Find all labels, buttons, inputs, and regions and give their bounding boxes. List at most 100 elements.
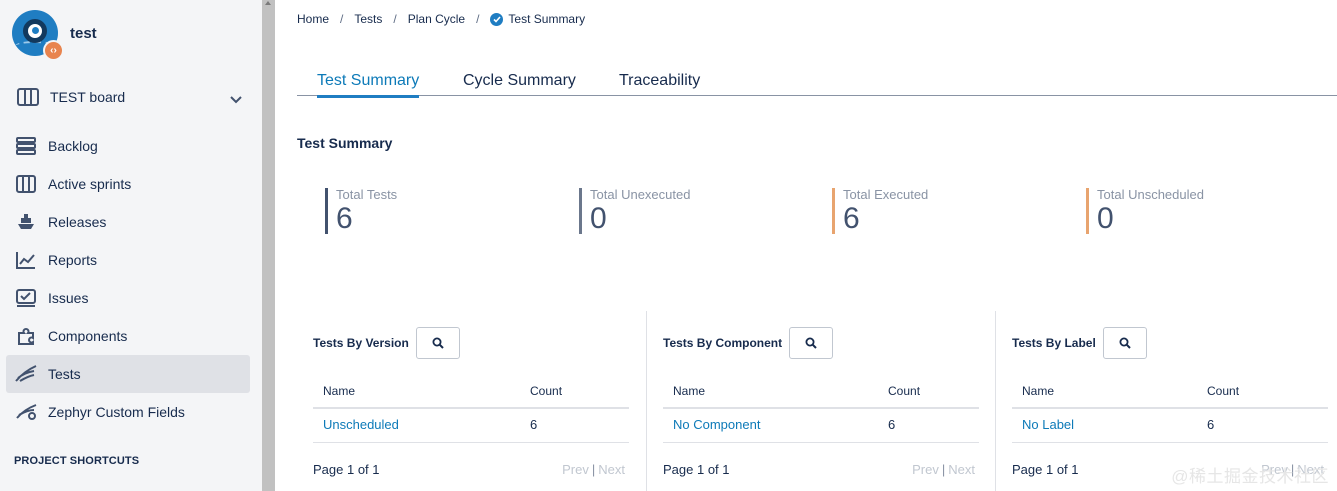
stat-value: 6 <box>843 202 860 235</box>
row-name-link[interactable]: No Label <box>1022 417 1074 432</box>
breadcrumb-separator: / <box>476 12 480 26</box>
zephyr-icon <box>15 401 37 423</box>
tab-traceability[interactable]: Traceability <box>619 72 700 96</box>
page-indicator: Page 1 of 1 <box>663 462 730 477</box>
column-header-name[interactable]: Name <box>1022 384 1054 398</box>
table-header: Name Count <box>1012 371 1328 409</box>
row-count: 6 <box>1207 417 1215 432</box>
stat-value: 0 <box>590 202 607 235</box>
stat-total-unscheduled: Total Unscheduled 0 <box>1086 188 1204 234</box>
sidebar-item-label: Active sprints <box>48 176 132 192</box>
sidebar-item-label: Issues <box>48 290 89 306</box>
panel-title: Tests By Version <box>313 336 409 350</box>
pager-nav: Prev | Next <box>562 462 625 477</box>
search-button[interactable] <box>1102 327 1147 359</box>
project-header[interactable]: ‹› test <box>12 8 97 61</box>
panel-header: Tests By Label <box>1012 327 1147 359</box>
pagination: Page 1 of 1 Prev | Next <box>313 462 629 477</box>
breadcrumb-separator: / <box>340 12 344 26</box>
sidebar-item-label: Backlog <box>48 138 98 154</box>
tab-bar: Test Summary Cycle Summary Traceability <box>297 68 1337 98</box>
column-header-name[interactable]: Name <box>323 384 355 398</box>
sidebar-item-label: Releases <box>48 214 107 230</box>
pagination: Page 1 of 1 Prev | Next <box>663 462 979 477</box>
search-button[interactable] <box>415 327 460 359</box>
panel-header: Tests By Version <box>313 327 460 359</box>
wings-icon <box>15 363 37 385</box>
search-icon <box>432 337 444 349</box>
next-button[interactable]: Next <box>598 462 625 477</box>
panel-title: Tests By Component <box>663 336 783 350</box>
next-button[interactable]: Next <box>948 462 975 477</box>
code-icon: ‹› <box>43 40 64 61</box>
column-header-count[interactable]: Count <box>888 384 920 398</box>
breadcrumb-tests[interactable]: Tests <box>354 12 382 26</box>
data-table: Name Count Unscheduled 6 <box>313 371 629 443</box>
table-row: No Label 6 <box>1012 409 1328 443</box>
stat-bar <box>1086 188 1089 234</box>
row-count: 6 <box>530 417 538 432</box>
stat-bar <box>325 188 328 234</box>
page-indicator: Page 1 of 1 <box>313 462 380 477</box>
sidebar-item-reports[interactable]: Reports <box>6 241 250 279</box>
sidebar-item-zephyr-custom-fields[interactable]: Zephyr Custom Fields <box>6 393 250 431</box>
row-name-link[interactable]: No Component <box>673 417 760 432</box>
stat-total-executed: Total Executed 6 <box>832 188 928 234</box>
breadcrumb-home[interactable]: Home <box>297 12 329 26</box>
sidebar-item-active-sprints[interactable]: Active sprints <box>6 165 250 203</box>
board-icon <box>17 86 39 108</box>
tab-cycle-summary[interactable]: Cycle Summary <box>463 72 576 96</box>
page-indicator: Page 1 of 1 <box>1012 462 1079 477</box>
stat-bar <box>832 188 835 234</box>
sidebar-scrollbar[interactable] <box>262 0 275 491</box>
stat-total-tests: Total Tests 6 <box>325 188 397 234</box>
main-content: Home / Tests / Plan Cycle / Test Summary… <box>275 0 1337 491</box>
stat-total-unexecuted: Total Unexecuted 0 <box>579 188 690 234</box>
board-icon <box>15 173 37 195</box>
project-avatar: ‹› <box>12 10 64 61</box>
panel-title: Tests By Label <box>1012 336 1096 350</box>
stat-value: 0 <box>1097 202 1114 235</box>
panel-tests-by-version: Tests By Version Name Count Unscheduled … <box>297 311 646 491</box>
table-row: Unscheduled 6 <box>313 409 629 443</box>
project-name: test <box>70 24 97 42</box>
stat-label: Total Unexecuted <box>590 187 691 202</box>
board-selector[interactable]: TEST board <box>8 80 250 114</box>
sidebar-item-components[interactable]: Components <box>6 317 250 355</box>
sidebar-item-label: Reports <box>48 252 98 268</box>
issues-icon <box>15 287 37 309</box>
search-button[interactable] <box>789 327 834 359</box>
project-shortcuts-heading: PROJECT SHORTCUTS <box>14 455 140 467</box>
sidebar-item-releases[interactable]: Releases <box>6 203 250 241</box>
stat-label: Total Executed <box>843 187 929 202</box>
section-title: Test Summary <box>297 135 393 151</box>
chevron-down-icon <box>230 91 242 109</box>
ship-icon <box>15 211 37 233</box>
column-header-count[interactable]: Count <box>1207 384 1239 398</box>
breadcrumb-plan-cycle[interactable]: Plan Cycle <box>408 12 465 26</box>
sidebar: ‹› test TEST board Backlog Active sprint… <box>0 0 262 491</box>
breadcrumb-separator: / <box>393 12 397 26</box>
panel-header: Tests By Component <box>663 327 834 359</box>
stat-bar <box>579 188 582 234</box>
row-count: 6 <box>888 417 896 432</box>
table-header: Name Count <box>313 371 629 409</box>
column-header-name[interactable]: Name <box>673 384 705 398</box>
row-name-link[interactable]: Unscheduled <box>323 417 399 432</box>
tab-test-summary[interactable]: Test Summary <box>317 72 420 98</box>
column-header-count[interactable]: Count <box>530 384 562 398</box>
sidebar-item-issues[interactable]: Issues <box>6 279 250 317</box>
stat-label: Total Unscheduled <box>1097 187 1204 202</box>
sidebar-item-backlog[interactable]: Backlog <box>6 127 250 165</box>
sidebar-item-label: Components <box>48 328 128 344</box>
data-table: Name Count No Component 6 <box>663 371 979 443</box>
breadcrumb: Home / Tests / Plan Cycle / Test Summary <box>297 12 585 26</box>
search-icon <box>1119 337 1131 349</box>
prev-button[interactable]: Prev <box>562 462 589 477</box>
prev-button[interactable]: Prev <box>912 462 939 477</box>
scroll-up-icon[interactable] <box>265 1 271 5</box>
data-table: Name Count No Label 6 <box>1012 371 1328 443</box>
chart-icon <box>15 249 37 271</box>
puzzle-icon <box>15 325 37 347</box>
sidebar-item-tests[interactable]: Tests <box>6 355 250 393</box>
